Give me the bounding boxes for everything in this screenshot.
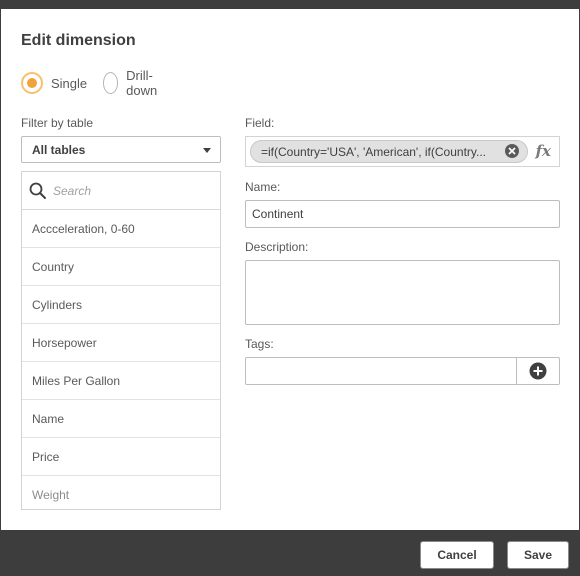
field-list: Accceleration, 0-60 Country Cylinders Ho…	[21, 171, 221, 510]
filter-by-table-label: Filter by table	[21, 116, 94, 130]
field-item[interactable]: Name	[22, 400, 220, 438]
field-expression-box: =if(Country='USA', 'American', if(Countr…	[245, 136, 560, 167]
add-tag-button[interactable]	[516, 358, 559, 384]
field-item[interactable]: Accceleration, 0-60	[22, 210, 220, 248]
search-icon	[29, 182, 46, 199]
cancel-button[interactable]: Cancel	[420, 541, 494, 569]
field-expression-chip[interactable]: =if(Country='USA', 'American', if(Countr…	[250, 140, 528, 163]
edit-dimension-dialog: Edit dimension Single Drill-down Filter …	[1, 9, 579, 530]
radio-drill-down[interactable]: Drill-down	[103, 68, 164, 98]
tags-input[interactable]	[246, 358, 516, 384]
radio-drill-down-indicator	[103, 72, 119, 94]
field-item[interactable]: Cylinders	[22, 286, 220, 324]
name-label: Name:	[245, 180, 281, 194]
chevron-down-icon	[203, 148, 211, 153]
field-item[interactable]: Country	[22, 248, 220, 286]
field-label: Field:	[245, 116, 275, 130]
dialog-title: Edit dimension	[21, 32, 136, 49]
tags-label: Tags:	[245, 337, 274, 351]
radio-single-label: Single	[51, 75, 88, 91]
save-button[interactable]: Save	[507, 541, 569, 569]
plus-circle-icon	[529, 362, 547, 380]
radio-single-indicator	[21, 72, 43, 94]
description-textarea[interactable]	[245, 260, 560, 325]
description-label: Description:	[245, 240, 309, 254]
search-input[interactable]	[53, 181, 213, 201]
radio-single[interactable]: Single	[21, 71, 87, 95]
field-item[interactable]: Weight	[22, 476, 220, 509]
field-search	[22, 172, 220, 210]
tags-field	[245, 357, 560, 385]
field-item[interactable]: Horsepower	[22, 324, 220, 362]
radio-drill-down-label: Drill-down	[126, 68, 158, 98]
field-item[interactable]: Miles Per Gallon	[22, 362, 220, 400]
field-item[interactable]: Price	[22, 438, 220, 476]
dialog-footer: Cancel Save	[0, 530, 580, 576]
table-filter-dropdown[interactable]: All tables	[21, 136, 221, 163]
fx-icon[interactable]: fx	[536, 142, 551, 160]
table-filter-value: All tables	[32, 143, 86, 157]
name-input[interactable]	[245, 200, 560, 228]
clear-icon[interactable]	[504, 143, 520, 159]
